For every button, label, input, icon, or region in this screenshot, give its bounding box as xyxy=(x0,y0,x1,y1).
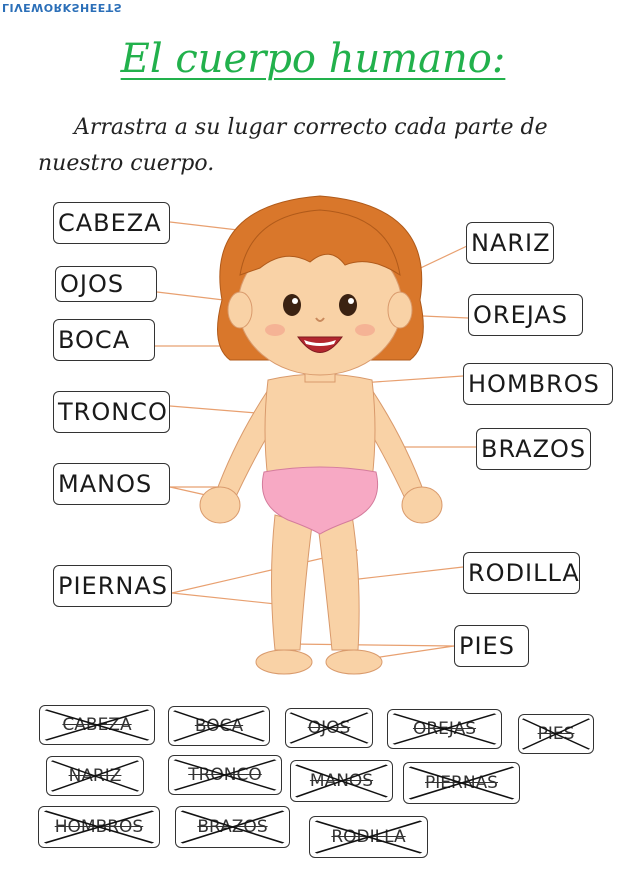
label-tronco[interactable]: TRONCO xyxy=(53,391,170,433)
cross-mark-icon xyxy=(173,710,265,742)
bank-item-piernas[interactable]: PIERNAS xyxy=(403,762,520,804)
label-brazos[interactable]: BRAZOS xyxy=(476,428,591,470)
bank-item-boca[interactable]: BOCA xyxy=(168,706,270,746)
bank-item-pies[interactable]: PIES xyxy=(518,714,594,754)
cross-mark-icon xyxy=(314,820,423,854)
cross-mark-icon xyxy=(521,718,591,750)
bank-item-cabeza[interactable]: CABEZA xyxy=(39,705,155,745)
label-boca[interactable]: BOCA xyxy=(53,319,155,361)
bank-item-rodilla[interactable]: RODILLA xyxy=(309,816,428,858)
label-cabeza[interactable]: CABEZA xyxy=(53,202,170,244)
bank-item-tronco[interactable]: TRONCO xyxy=(168,755,282,795)
cross-mark-icon xyxy=(295,764,388,798)
bank-item-brazos[interactable]: BRAZOS xyxy=(175,806,290,848)
cross-mark-icon xyxy=(50,760,140,792)
bank-item-nariz[interactable]: NARIZ xyxy=(46,756,144,796)
label-manos[interactable]: MANOS xyxy=(53,463,170,505)
bank-item-manos[interactable]: MANOS xyxy=(290,760,393,802)
cross-mark-icon xyxy=(44,709,150,741)
cross-mark-icon xyxy=(289,712,369,744)
bank-item-hombros[interactable]: HOMBROS xyxy=(38,806,160,848)
label-rodilla[interactable]: RODILLA xyxy=(463,552,580,594)
label-ojos[interactable]: OJOS xyxy=(55,266,157,302)
label-hombros[interactable]: HOMBROS xyxy=(463,363,613,405)
cross-mark-icon xyxy=(180,810,285,844)
label-piernas[interactable]: PIERNAS xyxy=(53,565,172,607)
label-pies[interactable]: PIES xyxy=(454,625,529,667)
label-orejas[interactable]: OREJAS xyxy=(468,294,583,336)
cross-mark-icon xyxy=(408,766,515,800)
bank-item-ojos[interactable]: OJOS xyxy=(285,708,373,748)
cross-mark-icon xyxy=(173,759,277,791)
cross-mark-icon xyxy=(392,713,497,745)
cross-mark-icon xyxy=(43,810,155,844)
label-nariz[interactable]: NARIZ xyxy=(466,222,554,264)
bank-item-orejas[interactable]: OREJAS xyxy=(387,709,502,749)
